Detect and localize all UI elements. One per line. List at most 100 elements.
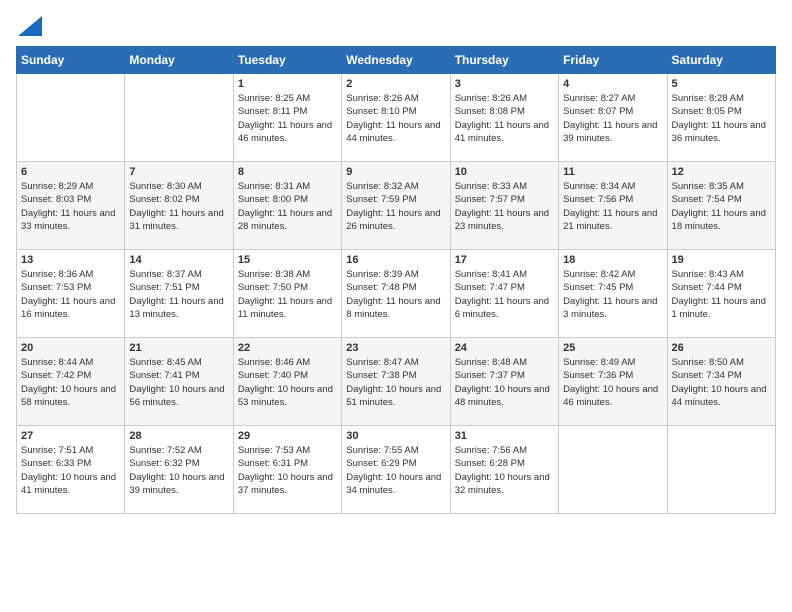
- day-info: Sunrise: 8:32 AMSunset: 7:59 PMDaylight:…: [346, 180, 445, 233]
- day-info: Sunrise: 7:52 AMSunset: 6:32 PMDaylight:…: [129, 444, 228, 497]
- weekday-header-row: SundayMondayTuesdayWednesdayThursdayFrid…: [17, 47, 776, 74]
- day-cell: [667, 426, 775, 514]
- day-number: 15: [238, 254, 337, 266]
- day-cell: 26 Sunrise: 8:50 AMSunset: 7:34 PMDayligh…: [667, 338, 775, 426]
- day-info: Sunrise: 8:37 AMSunset: 7:51 PMDaylight:…: [129, 268, 228, 321]
- day-info: Sunrise: 8:47 AMSunset: 7:38 PMDaylight:…: [346, 356, 445, 409]
- logo-text: [16, 16, 42, 36]
- day-number: 26: [672, 342, 771, 354]
- day-cell: 31 Sunrise: 7:56 AMSunset: 6:28 PMDayligh…: [450, 426, 558, 514]
- day-cell: 20Sunrise: 8:44 AMSunset: 7:42 PMDayligh…: [17, 338, 125, 426]
- day-number: 8: [238, 166, 337, 178]
- day-cell: 18Sunrise: 8:42 AMSunset: 7:45 PMDayligh…: [559, 250, 667, 338]
- day-cell: 4 Sunrise: 8:27 AMSunset: 8:07 PMDaylight…: [559, 74, 667, 162]
- day-cell: 10 Sunrise: 8:33 AMSunset: 7:57 PMDayligh…: [450, 162, 558, 250]
- day-number: 3: [455, 78, 554, 90]
- day-info: Sunrise: 8:33 AMSunset: 7:57 PMDaylight:…: [455, 180, 554, 233]
- day-cell: 5Sunrise: 8:28 AMSunset: 8:05 PMDaylight…: [667, 74, 775, 162]
- day-cell: 6 Sunrise: 8:29 AMSunset: 8:03 PMDaylight…: [17, 162, 125, 250]
- day-info: Sunrise: 8:45 AMSunset: 7:41 PMDaylight:…: [129, 356, 228, 409]
- day-info: Sunrise: 7:56 AMSunset: 6:28 PMDaylight:…: [455, 444, 554, 497]
- day-info: Sunrise: 8:50 AMSunset: 7:34 PMDaylight:…: [672, 356, 771, 409]
- day-info: Sunrise: 8:35 AMSunset: 7:54 PMDaylight:…: [672, 180, 771, 233]
- weekday-saturday: Saturday: [667, 47, 775, 74]
- day-info: Sunrise: 8:25 AMSunset: 8:11 PMDaylight:…: [238, 92, 337, 145]
- day-info: Sunrise: 8:49 AMSunset: 7:36 PMDaylight:…: [563, 356, 662, 409]
- day-cell: 27 Sunrise: 7:51 AMSunset: 6:33 PMDayligh…: [17, 426, 125, 514]
- day-info: Sunrise: 8:34 AMSunset: 7:56 PMDaylight:…: [563, 180, 662, 233]
- day-cell: 17Sunrise: 8:41 AMSunset: 7:47 PMDayligh…: [450, 250, 558, 338]
- day-number: 11: [563, 166, 662, 178]
- day-number: 12: [672, 166, 771, 178]
- day-info: Sunrise: 8:41 AMSunset: 7:47 PMDaylight:…: [455, 268, 554, 321]
- day-info: Sunrise: 8:36 AMSunset: 7:53 PMDaylight:…: [21, 268, 120, 321]
- day-cell: 14 Sunrise: 8:37 AMSunset: 7:51 PMDayligh…: [125, 250, 233, 338]
- day-number: 10: [455, 166, 554, 178]
- day-number: 1: [238, 78, 337, 90]
- day-cell: 3 Sunrise: 8:26 AMSunset: 8:08 PMDaylight…: [450, 74, 558, 162]
- day-cell: 1 Sunrise: 8:25 AMSunset: 8:11 PMDaylight…: [233, 74, 341, 162]
- day-number: 18: [563, 254, 662, 266]
- day-info: Sunrise: 8:43 AMSunset: 7:44 PMDaylight:…: [672, 268, 771, 321]
- day-cell: [559, 426, 667, 514]
- day-info: Sunrise: 8:46 AMSunset: 7:40 PMDaylight:…: [238, 356, 337, 409]
- day-number: 30: [346, 430, 445, 442]
- day-cell: 21 Sunrise: 8:45 AMSunset: 7:41 PMDayligh…: [125, 338, 233, 426]
- day-info: Sunrise: 8:27 AMSunset: 8:07 PMDaylight:…: [563, 92, 662, 145]
- day-cell: [125, 74, 233, 162]
- weekday-monday: Monday: [125, 47, 233, 74]
- day-cell: 8 Sunrise: 8:31 AMSunset: 8:00 PMDaylight…: [233, 162, 341, 250]
- day-info: Sunrise: 8:48 AMSunset: 7:37 PMDaylight:…: [455, 356, 554, 409]
- day-number: 2: [346, 78, 445, 90]
- day-cell: 11 Sunrise: 8:34 AMSunset: 7:56 PMDayligh…: [559, 162, 667, 250]
- day-cell: [17, 74, 125, 162]
- day-number: 20: [21, 342, 120, 354]
- day-number: 6: [21, 166, 120, 178]
- day-number: 14: [129, 254, 228, 266]
- day-cell: 12 Sunrise: 8:35 AMSunset: 7:54 PMDayligh…: [667, 162, 775, 250]
- logo-icon: [18, 16, 42, 36]
- day-number: 23: [346, 342, 445, 354]
- day-number: 31: [455, 430, 554, 442]
- day-number: 25: [563, 342, 662, 354]
- day-number: 28: [129, 430, 228, 442]
- day-info: Sunrise: 7:55 AMSunset: 6:29 PMDaylight:…: [346, 444, 445, 497]
- day-number: 27: [21, 430, 120, 442]
- day-number: 29: [238, 430, 337, 442]
- day-cell: 2 Sunrise: 8:26 AMSunset: 8:10 PMDaylight…: [342, 74, 450, 162]
- week-row-2: 6 Sunrise: 8:29 AMSunset: 8:03 PMDaylight…: [17, 162, 776, 250]
- day-info: Sunrise: 8:29 AMSunset: 8:03 PMDaylight:…: [21, 180, 120, 233]
- day-number: 7: [129, 166, 228, 178]
- day-cell: 13 Sunrise: 8:36 AMSunset: 7:53 PMDayligh…: [17, 250, 125, 338]
- week-row-4: 20Sunrise: 8:44 AMSunset: 7:42 PMDayligh…: [17, 338, 776, 426]
- day-number: 4: [563, 78, 662, 90]
- day-number: 16: [346, 254, 445, 266]
- day-cell: 22 Sunrise: 8:46 AMSunset: 7:40 PMDayligh…: [233, 338, 341, 426]
- logo: [16, 16, 42, 36]
- day-info: Sunrise: 8:26 AMSunset: 8:08 PMDaylight:…: [455, 92, 554, 145]
- weekday-wednesday: Wednesday: [342, 47, 450, 74]
- day-info: Sunrise: 8:26 AMSunset: 8:10 PMDaylight:…: [346, 92, 445, 145]
- day-cell: 9Sunrise: 8:32 AMSunset: 7:59 PMDaylight…: [342, 162, 450, 250]
- day-number: 21: [129, 342, 228, 354]
- day-number: 24: [455, 342, 554, 354]
- page: SundayMondayTuesdayWednesdayThursdayFrid…: [0, 0, 792, 612]
- day-info: Sunrise: 7:51 AMSunset: 6:33 PMDaylight:…: [21, 444, 120, 497]
- weekday-tuesday: Tuesday: [233, 47, 341, 74]
- day-info: Sunrise: 7:53 AMSunset: 6:31 PMDaylight:…: [238, 444, 337, 497]
- calendar-table: SundayMondayTuesdayWednesdayThursdayFrid…: [16, 46, 776, 514]
- day-info: Sunrise: 8:31 AMSunset: 8:00 PMDaylight:…: [238, 180, 337, 233]
- day-cell: 29 Sunrise: 7:53 AMSunset: 6:31 PMDayligh…: [233, 426, 341, 514]
- day-number: 22: [238, 342, 337, 354]
- day-cell: 23 Sunrise: 8:47 AMSunset: 7:38 PMDayligh…: [342, 338, 450, 426]
- day-number: 13: [21, 254, 120, 266]
- day-cell: 7Sunrise: 8:30 AMSunset: 8:02 PMDaylight…: [125, 162, 233, 250]
- week-row-3: 13 Sunrise: 8:36 AMSunset: 7:53 PMDayligh…: [17, 250, 776, 338]
- day-number: 19: [672, 254, 771, 266]
- day-cell: 30 Sunrise: 7:55 AMSunset: 6:29 PMDayligh…: [342, 426, 450, 514]
- header: [16, 16, 776, 36]
- day-number: 5: [672, 78, 771, 90]
- day-cell: 25 Sunrise: 8:49 AMSunset: 7:36 PMDayligh…: [559, 338, 667, 426]
- week-row-5: 27 Sunrise: 7:51 AMSunset: 6:33 PMDayligh…: [17, 426, 776, 514]
- weekday-sunday: Sunday: [17, 47, 125, 74]
